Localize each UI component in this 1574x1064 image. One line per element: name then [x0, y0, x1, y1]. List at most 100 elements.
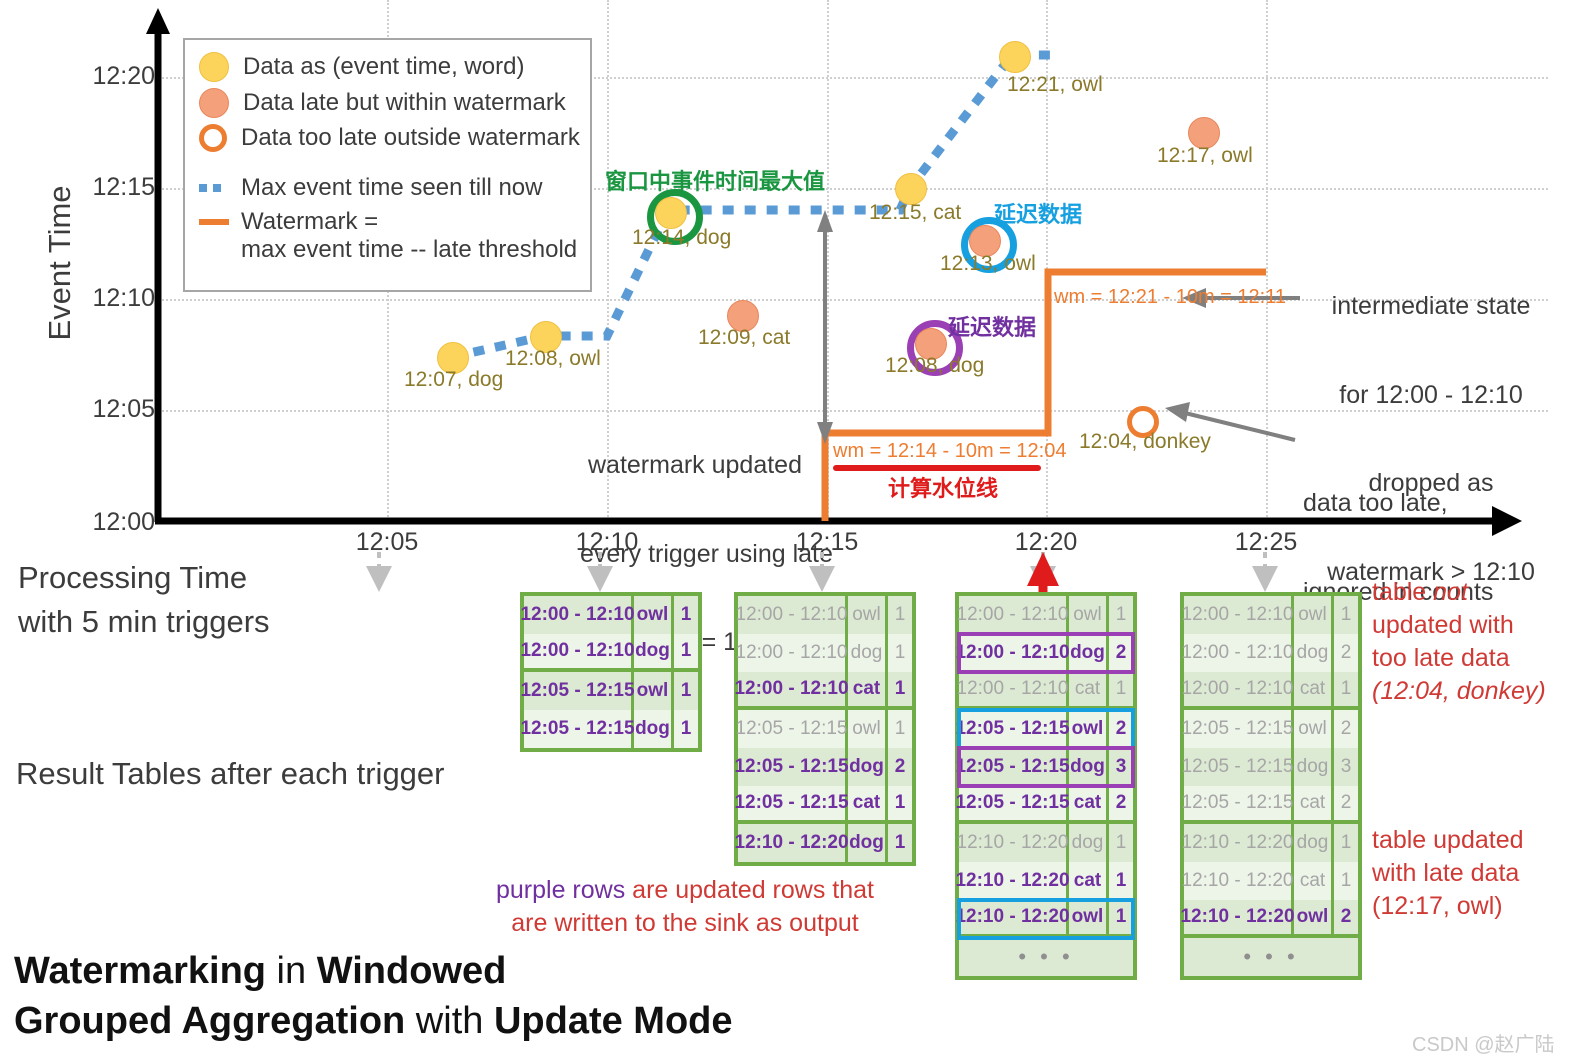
- table-row[interactable]: 12:10 - 12:20 dog 1: [734, 824, 912, 862]
- table-row[interactable]: 12:05 - 12:15 owl 1: [736, 710, 912, 748]
- table-trigger-2[interactable]: 12:00 - 12:10 owl 1 12:00 - 12:10 dog 1 12:00 …: [734, 592, 916, 866]
- table-ellipsis-row: • • •: [1184, 938, 1358, 976]
- cell-count: 3: [1340, 756, 1352, 777]
- table-row[interactable]: 12:10 - 12:20 dog 1: [957, 824, 1133, 862]
- table-row[interactable]: 12:10 - 12:20 owl 2: [1180, 900, 1358, 938]
- table-row[interactable]: 12:00 - 12:10 dog 1: [736, 634, 912, 672]
- table-trigger-4[interactable]: 12:00 - 12:10 owl 1 12:00 - 12:10 dog 2 12:00 …: [1180, 592, 1362, 980]
- table-row[interactable]: 12:00 - 12:10 owl 1: [1182, 596, 1358, 634]
- page-title-line2: Grouped Aggregation with Update Mode: [14, 1000, 733, 1043]
- y-tick-label-1: 12:15: [92, 173, 155, 201]
- cell-window: 12:00 - 12:10: [955, 634, 1070, 672]
- table-row[interactable]: 12:00 - 12:10 cat 1: [734, 672, 912, 710]
- cell-word: owl: [1069, 900, 1109, 934]
- cell-count: 1: [1340, 678, 1352, 699]
- cell-window: 12:00 - 12:10: [736, 634, 848, 672]
- cell-window: 12:00 - 12:10: [520, 596, 635, 634]
- data-point-1221-owl[interactable]: [999, 41, 1031, 73]
- cell-window: 12:05 - 12:15: [736, 710, 848, 748]
- data-label-1204-donkey: 12:04, donkey: [1079, 430, 1211, 453]
- note-too-late-line1: data too late,: [1303, 489, 1448, 517]
- purple-rows-note-rest: are updated rows that: [625, 876, 874, 904]
- note-updated-line2: with late data: [1372, 859, 1520, 887]
- table-row[interactable]: 12:05 - 12:15 dog 3: [955, 746, 1135, 788]
- table-row[interactable]: 12:05 - 12:15 dog 2: [734, 748, 912, 786]
- table-row[interactable]: 12:05 - 12:15 cat 1: [734, 786, 912, 824]
- cell-count: 2: [1340, 642, 1352, 663]
- table-row[interactable]: 12:00 - 12:10 owl 1: [957, 596, 1133, 634]
- table-row[interactable]: 12:00 - 12:10 dog 1: [520, 634, 698, 672]
- title-word-watermarking: Watermarking: [14, 950, 266, 992]
- cell-count: 1: [894, 718, 906, 739]
- table-row[interactable]: 12:05 - 12:15 owl 2: [955, 708, 1135, 750]
- table-row[interactable]: 12:05 - 12:15 owl 2: [1182, 710, 1358, 748]
- x-tick-label-4: 12:25: [1234, 528, 1298, 556]
- watermark-label-high: wm = 12:21 - 10m = 12:11: [1054, 286, 1286, 308]
- table-row[interactable]: 12:05 - 12:15 dog 3: [1182, 748, 1358, 786]
- cell-count: 1: [1115, 832, 1127, 853]
- data-label-1221-owl: 12:21, owl: [1007, 73, 1103, 96]
- title-word-windowed: Windowed: [316, 950, 507, 992]
- x-axis-title-line1: Processing Time: [18, 560, 248, 595]
- annotation-late-data-cn-purple: 延迟数据: [948, 315, 1037, 340]
- table-row[interactable]: 12:10 - 12:20 cat 1: [1182, 862, 1358, 900]
- table-row[interactable]: 12:05 - 12:15 cat 2: [1182, 786, 1358, 824]
- cell-count: 1: [1115, 678, 1127, 699]
- x-axis-title-line2: with 5 min triggers: [18, 604, 270, 639]
- legend-label-4: Watermark =: [241, 208, 379, 235]
- table-row[interactable]: 12:00 - 12:10 cat 1: [957, 672, 1133, 710]
- legend-box: Data as (event time, word) Data late but…: [183, 38, 592, 292]
- table-row[interactable]: 12:05 - 12:15 cat 2: [955, 786, 1133, 824]
- orange-solid-line-icon: [199, 219, 229, 225]
- cell-window: 12:00 - 12:10: [957, 596, 1069, 634]
- table-row[interactable]: 12:00 - 12:10 owl 1: [520, 596, 698, 634]
- table-row[interactable]: 12:00 - 12:10 owl 1: [736, 596, 912, 634]
- table-row[interactable]: 12:10 - 12:20 cat 1: [955, 862, 1133, 900]
- cell-count: 1: [680, 604, 692, 625]
- cell-window: 12:05 - 12:15: [734, 748, 849, 786]
- cell-window: 12:10 - 12:20: [955, 862, 1070, 900]
- cell-word: cat: [1069, 862, 1109, 900]
- table-row[interactable]: 12:00 - 12:10 cat 1: [1182, 672, 1358, 710]
- note-intermediate-line1: intermediate state: [1331, 292, 1531, 320]
- cell-count: 1: [680, 640, 692, 661]
- title-connector-with: with: [405, 1000, 494, 1042]
- table-row[interactable]: 12:10 - 12:20 dog 1: [1182, 824, 1358, 862]
- cell-window: 12:05 - 12:15: [955, 748, 1070, 786]
- annotation-max-event-time-cn: 窗口中事件时间最大值: [605, 169, 826, 194]
- table-trigger-3[interactable]: 12:00 - 12:10 owl 1 12:00 - 12:10 dog 2 12:00 …: [955, 592, 1137, 980]
- legend-item-5: max event time -- late threshold: [199, 236, 590, 264]
- cell-word: cat: [1294, 786, 1334, 820]
- cell-window: 12:00 - 12:10: [520, 634, 635, 668]
- cell-window: 12:05 - 12:15: [1182, 710, 1294, 748]
- x-tick-label-3: 12:20: [1014, 528, 1078, 556]
- cell-window: 12:00 - 12:10: [736, 596, 848, 634]
- data-point-1214-dog[interactable]: [655, 197, 687, 229]
- annotation-late-data-cn-blue: 延迟数据: [994, 202, 1083, 227]
- table-row[interactable]: 12:00 - 12:10 dog 2: [955, 632, 1135, 674]
- cell-word: owl: [848, 710, 888, 748]
- cell-word: owl: [1294, 596, 1334, 634]
- cell-word: cat: [1294, 862, 1334, 900]
- note-not-updated-line2: updated with: [1372, 611, 1514, 639]
- table-row[interactable]: 12:05 - 12:15 dog 1: [520, 710, 698, 748]
- cell-count: 1: [1115, 906, 1127, 927]
- cell-window: 12:05 - 12:15: [955, 710, 1070, 748]
- cell-word: dog: [1069, 824, 1109, 862]
- page-title-line1: Watermarking in Windowed: [14, 950, 506, 993]
- table-row[interactable]: 12:10 - 12:20 owl 1: [955, 898, 1135, 940]
- purple-rows-note-line2: are written to the sink as output: [511, 908, 859, 937]
- note-intermediate-line2: for 12:00 - 12:10: [1339, 380, 1523, 409]
- table-trigger-1[interactable]: 12:00 - 12:10 owl 1 12:00 - 12:10 dog 1 12:05 …: [520, 592, 702, 752]
- cell-window: 12:10 - 12:20: [955, 900, 1070, 934]
- cell-count: 1: [1340, 870, 1352, 891]
- cell-word: cat: [848, 672, 888, 706]
- cell-word: owl: [634, 596, 674, 634]
- legend-label-0: Data as (event time, word): [243, 53, 525, 80]
- cell-word: cat: [1294, 672, 1334, 706]
- cell-count: 1: [680, 680, 692, 701]
- cell-window: 12:10 - 12:20: [1180, 900, 1295, 934]
- cell-count: 3: [1115, 756, 1127, 777]
- table-row[interactable]: 12:05 - 12:15 owl 1: [520, 672, 698, 710]
- table-row[interactable]: 12:00 - 12:10 dog 2: [1182, 634, 1358, 672]
